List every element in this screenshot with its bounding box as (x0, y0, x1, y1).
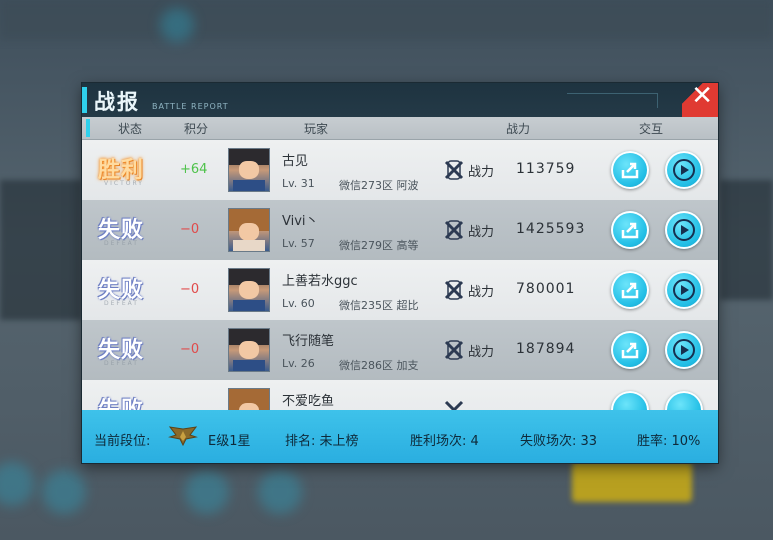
result-sub-label: VICTORY (104, 180, 144, 187)
power-label: 战力 (468, 225, 495, 240)
replay-button[interactable] (665, 271, 703, 309)
player-avatar[interactable] (228, 148, 270, 192)
points-change: −0 (180, 342, 200, 357)
points-change: −0 (180, 282, 200, 297)
dialog-subtitle: BATTLE REPORT (152, 102, 229, 111)
close-button[interactable]: ✕ (682, 83, 718, 117)
header-interact: 交互 (639, 122, 664, 136)
wins-count: 胜利场次: 4 (410, 434, 479, 449)
ranking-text: 排名: 未上榜 (285, 434, 359, 449)
player-avatar[interactable] (228, 328, 270, 372)
stats-footer: 当前段位: E级1星 排名: 未上榜 胜利场次: 4 失败场次: 33 胜率: … (82, 410, 718, 463)
replay-button[interactable] (665, 331, 703, 369)
header-status: 状态 (118, 122, 143, 136)
header-power: 战力 (506, 122, 531, 136)
points-change: −0 (180, 222, 200, 237)
player-name: 不爱吃鱼 (282, 394, 335, 409)
battle-row: 失败 DEFEAT −0 上善若水ggc Lv. 60 微信235区 超比 战力… (82, 260, 718, 320)
win-rate: 胜率: 10% (637, 434, 701, 449)
losses-count: 失败场次: 33 (520, 434, 598, 449)
player-avatar[interactable] (228, 208, 270, 252)
battle-row: 失败 不爱吃鱼 (82, 380, 718, 410)
player-server: 微信235区 超比 (339, 299, 419, 312)
dialog-title: 战报 (94, 90, 140, 114)
play-icon (673, 339, 695, 361)
crossed-swords-icon (444, 280, 464, 300)
power-label: 战力 (468, 345, 495, 360)
play-icon (673, 159, 695, 181)
power-label: 战力 (468, 165, 495, 180)
player-name: Vivi丶 (282, 214, 319, 229)
player-level: Lv. 57 (282, 237, 315, 250)
player-avatar[interactable] (228, 268, 270, 312)
result-sub-label: DEFEAT (104, 240, 139, 247)
table-header: 状态 积分 玩家 战力 交互 (82, 117, 718, 140)
play-icon (673, 279, 695, 301)
battle-report-dialog: 战报 BATTLE REPORT ✕ 状态 积分 玩家 战力 交互 胜利 VIC… (82, 83, 718, 463)
crossed-swords-icon (444, 220, 464, 240)
title-decoration (567, 93, 658, 108)
share-icon (621, 342, 639, 359)
power-value: 780001 (516, 281, 576, 297)
replay-button[interactable] (665, 151, 703, 189)
title-bar: 战报 BATTLE REPORT ✕ (82, 83, 718, 117)
close-icon: ✕ (691, 83, 713, 111)
share-button[interactable] (611, 151, 649, 189)
crossed-swords-icon (444, 340, 464, 360)
player-server: 微信286区 加支 (339, 359, 419, 372)
player-name: 上善若水ggc (282, 274, 358, 289)
share-icon (621, 282, 639, 299)
share-icon (621, 222, 639, 239)
share-button[interactable] (611, 391, 649, 410)
title-accent (82, 87, 87, 113)
replay-button[interactable] (665, 391, 703, 410)
rank-value: E级1星 (208, 434, 251, 449)
replay-button[interactable] (665, 211, 703, 249)
header-accent (86, 119, 90, 137)
player-level: Lv. 60 (282, 297, 315, 310)
player-name: 古见 (282, 154, 309, 169)
power-label: 战力 (468, 285, 495, 300)
player-name: 飞行随笔 (282, 334, 335, 349)
crossed-swords-icon (444, 400, 464, 410)
crossed-swords-icon (444, 160, 464, 180)
share-button[interactable] (611, 271, 649, 309)
share-button[interactable] (611, 331, 649, 369)
power-value: 187894 (516, 341, 576, 357)
battle-list[interactable]: 胜利 VICTORY +64 古见 Lv. 31 微信273区 阿波 战力 11… (82, 140, 718, 410)
player-avatar[interactable] (228, 388, 270, 410)
result-sub-label: DEFEAT (104, 360, 139, 367)
battle-row: 失败 DEFEAT −0 飞行随笔 Lv. 26 微信286区 加支 战力 18… (82, 320, 718, 380)
result-sub-label: DEFEAT (104, 300, 139, 307)
player-level: Lv. 26 (282, 357, 315, 370)
share-button[interactable] (611, 211, 649, 249)
points-change: +64 (180, 162, 208, 177)
result-lose-label: 失败 (98, 392, 144, 410)
battle-row: 胜利 VICTORY +64 古见 Lv. 31 微信273区 阿波 战力 11… (82, 140, 718, 200)
player-server: 微信279区 高等 (339, 239, 419, 252)
header-points: 积分 (184, 122, 209, 136)
player-server: 微信273区 阿波 (339, 179, 419, 192)
power-value: 1425593 (516, 221, 586, 237)
header-player: 玩家 (304, 122, 329, 136)
rank-label: 当前段位: (94, 434, 151, 449)
player-level: Lv. 31 (282, 177, 315, 190)
power-value: 113759 (516, 161, 576, 177)
battle-row: 失败 DEFEAT −0 Vivi丶 Lv. 57 微信279区 高等 战力 1… (82, 200, 718, 260)
share-icon (621, 162, 639, 179)
play-icon (673, 219, 695, 241)
rank-wings-icon (168, 426, 198, 447)
